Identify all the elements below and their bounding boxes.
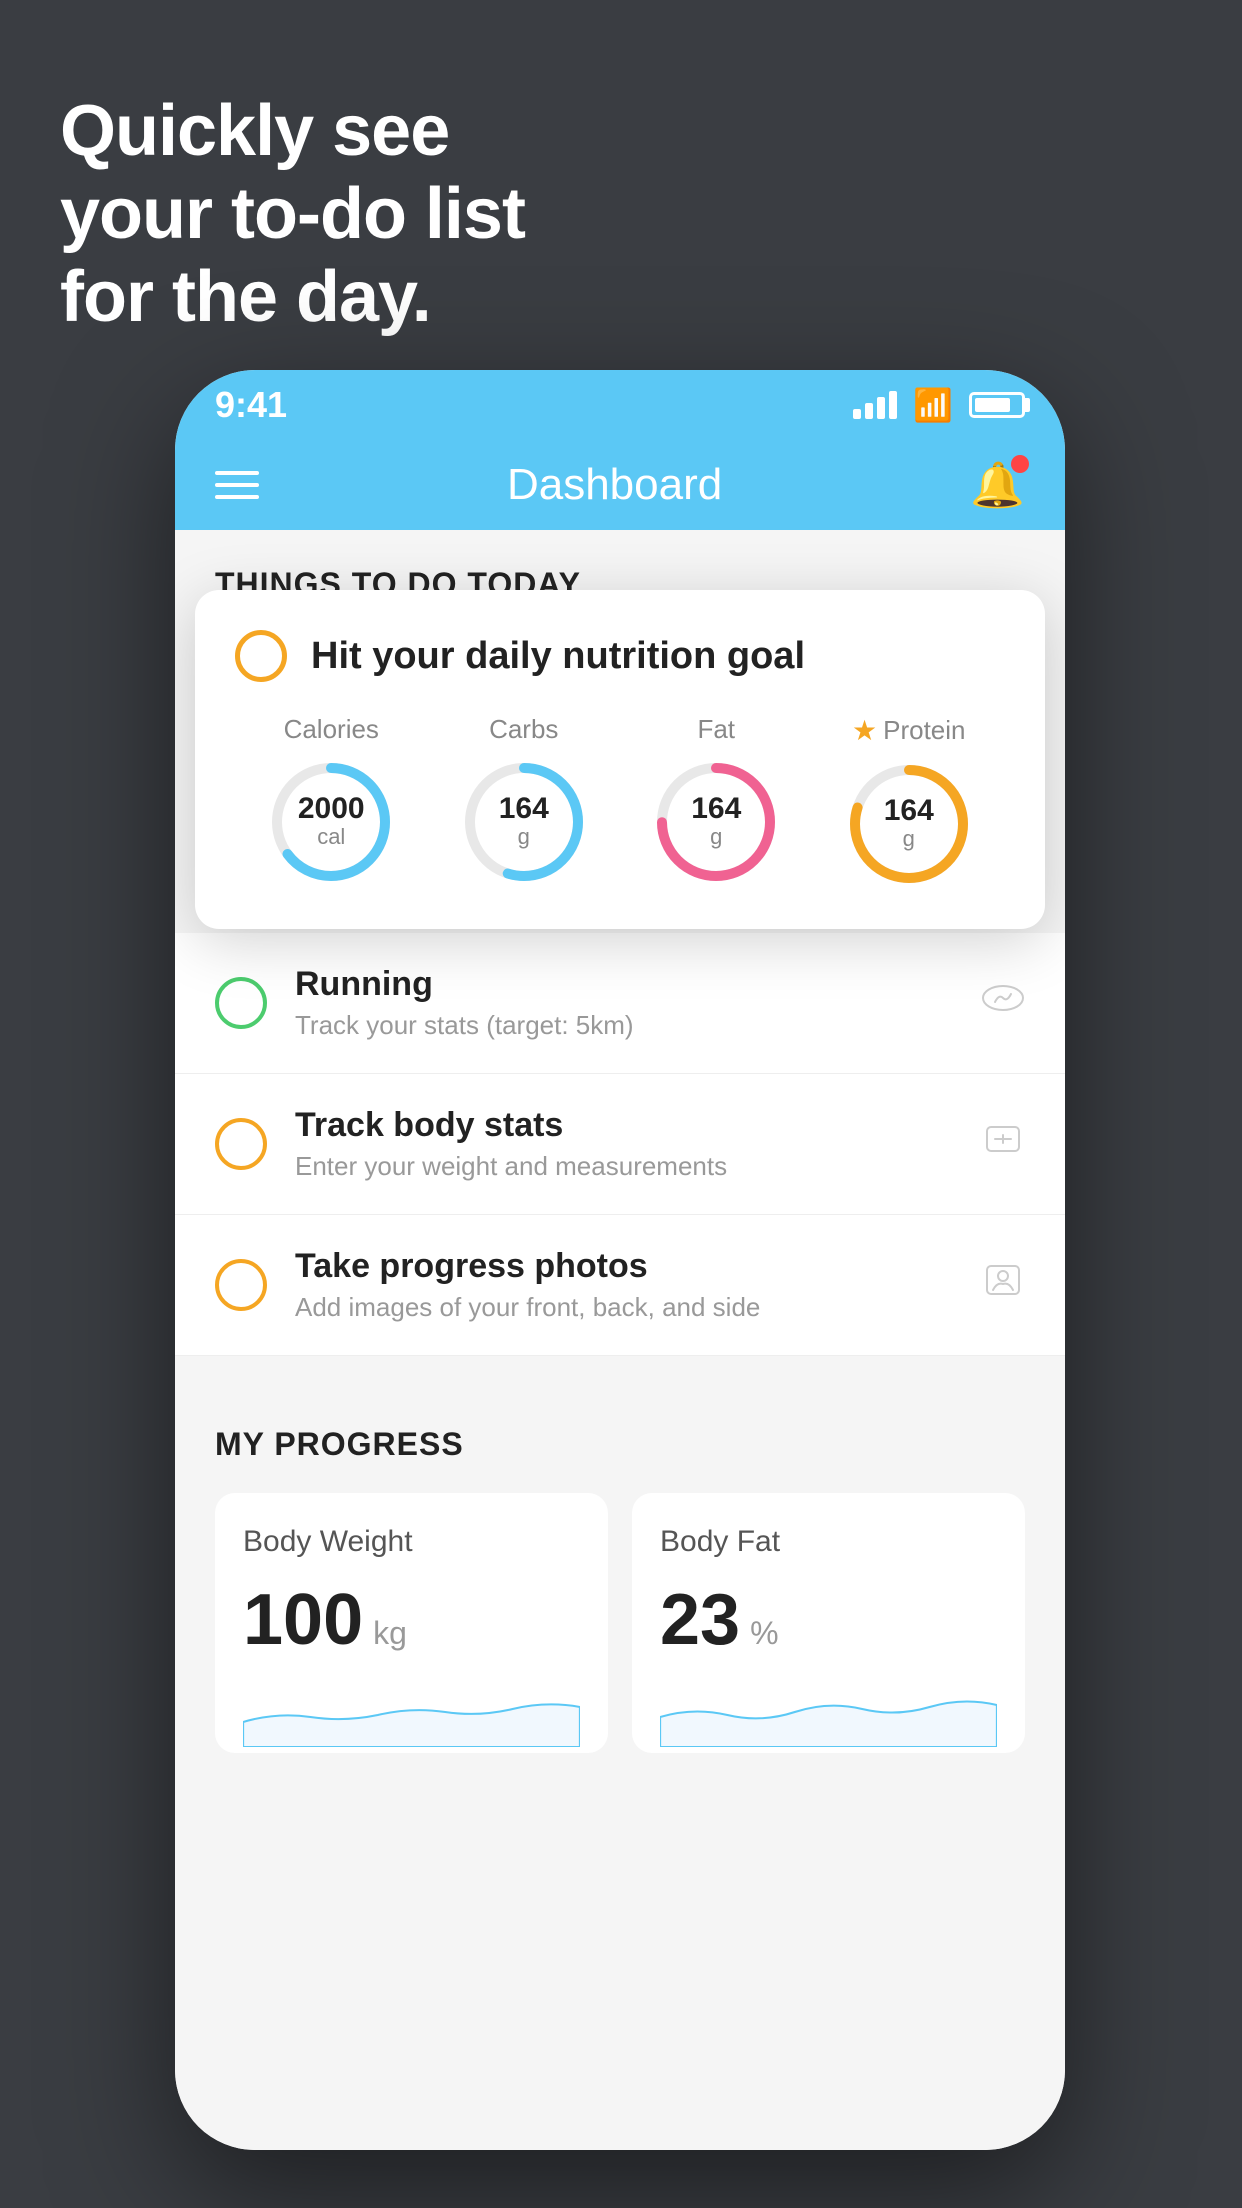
running-text: Running Track your stats (target: 5km) (295, 965, 953, 1041)
body-weight-unit: kg (373, 1615, 407, 1652)
wifi-icon: 📶 (913, 386, 953, 424)
star-icon: ★ (852, 714, 877, 747)
body-stats-text: Track body stats Enter your weight and m… (295, 1106, 953, 1182)
body-weight-card-title: Body Weight (243, 1525, 580, 1559)
nav-title: Dashboard (507, 460, 722, 510)
stat-calories: Calories 2000 cal (266, 714, 396, 887)
todo-list: Running Track your stats (target: 5km) T… (175, 933, 1065, 1356)
nutrition-stats: Calories 2000 cal Carbs (235, 714, 1005, 889)
fat-ring: 164 g (651, 757, 781, 887)
body-weight-value: 100 kg (243, 1579, 580, 1661)
progress-title: MY PROGRESS (215, 1426, 1025, 1463)
stat-protein: ★ Protein 164 g (844, 714, 974, 889)
body-fat-card[interactable]: Body Fat 23 % (632, 1493, 1025, 1753)
photos-circle (215, 1259, 267, 1311)
todo-item-photos[interactable]: Take progress photos Add images of your … (175, 1215, 1065, 1356)
nav-bar: Dashboard 🔔 (175, 440, 1065, 530)
protein-label: ★ Protein (852, 714, 966, 747)
battery-icon (969, 392, 1025, 418)
my-progress-section: MY PROGRESS Body Weight 100 kg (175, 1386, 1065, 1793)
body-fat-unit: % (750, 1615, 778, 1652)
running-circle (215, 977, 267, 1029)
carbs-label: Carbs (489, 714, 558, 745)
todo-item-body-stats[interactable]: Track body stats Enter your weight and m… (175, 1074, 1065, 1215)
hero-line1: Quickly see (60, 90, 525, 173)
carbs-ring: 164 g (459, 757, 589, 887)
content-area: THINGS TO DO TODAY Hit your daily nutrit… (175, 530, 1065, 2150)
body-fat-value: 23 % (660, 1579, 997, 1661)
nutrition-card[interactable]: Hit your daily nutrition goal Calories 2… (195, 590, 1045, 929)
hero-line2: your to-do list (60, 173, 525, 256)
body-fat-card-title: Body Fat (660, 1525, 997, 1559)
calories-label: Calories (284, 714, 379, 745)
running-subtitle: Track your stats (target: 5km) (295, 1010, 953, 1041)
phone-mockup: 9:41 📶 Dashboard 🔔 (175, 370, 1065, 2150)
person-photo-icon (981, 1258, 1025, 1312)
hero-line3: for the day. (60, 256, 525, 339)
body-fat-wave (660, 1677, 997, 1747)
progress-cards: Body Weight 100 kg Body Fat 23 (215, 1493, 1025, 1753)
nutrition-card-header: Hit your daily nutrition goal (235, 630, 1005, 682)
nutrition-card-title: Hit your daily nutrition goal (311, 635, 805, 678)
photos-subtitle: Add images of your front, back, and side (295, 1292, 953, 1323)
photos-title: Take progress photos (295, 1247, 953, 1286)
scale-icon (981, 1117, 1025, 1171)
calories-ring: 2000 cal (266, 757, 396, 887)
status-time: 9:41 (215, 384, 287, 426)
stat-carbs: Carbs 164 g (459, 714, 589, 887)
fat-label: Fat (697, 714, 735, 745)
protein-ring: 164 g (844, 759, 974, 889)
body-fat-number: 23 (660, 1579, 740, 1661)
body-stats-title: Track body stats (295, 1106, 953, 1145)
stat-fat: Fat 164 g (651, 714, 781, 887)
body-weight-card[interactable]: Body Weight 100 kg (215, 1493, 608, 1753)
status-icons: 📶 (853, 386, 1025, 424)
body-stats-subtitle: Enter your weight and measurements (295, 1151, 953, 1182)
hamburger-menu[interactable] (215, 471, 259, 499)
signal-icon (853, 391, 897, 419)
running-icon (981, 976, 1025, 1030)
notification-dot (1011, 455, 1029, 473)
body-weight-number: 100 (243, 1579, 363, 1661)
body-stats-circle (215, 1118, 267, 1170)
photos-text: Take progress photos Add images of your … (295, 1247, 953, 1323)
running-title: Running (295, 965, 953, 1004)
todo-item-running[interactable]: Running Track your stats (target: 5km) (175, 933, 1065, 1074)
body-weight-wave (243, 1677, 580, 1747)
notification-bell[interactable]: 🔔 (970, 459, 1025, 511)
nutrition-circle-check (235, 630, 287, 682)
status-bar: 9:41 📶 (175, 370, 1065, 440)
hero-text: Quickly see your to-do list for the day. (60, 90, 525, 338)
